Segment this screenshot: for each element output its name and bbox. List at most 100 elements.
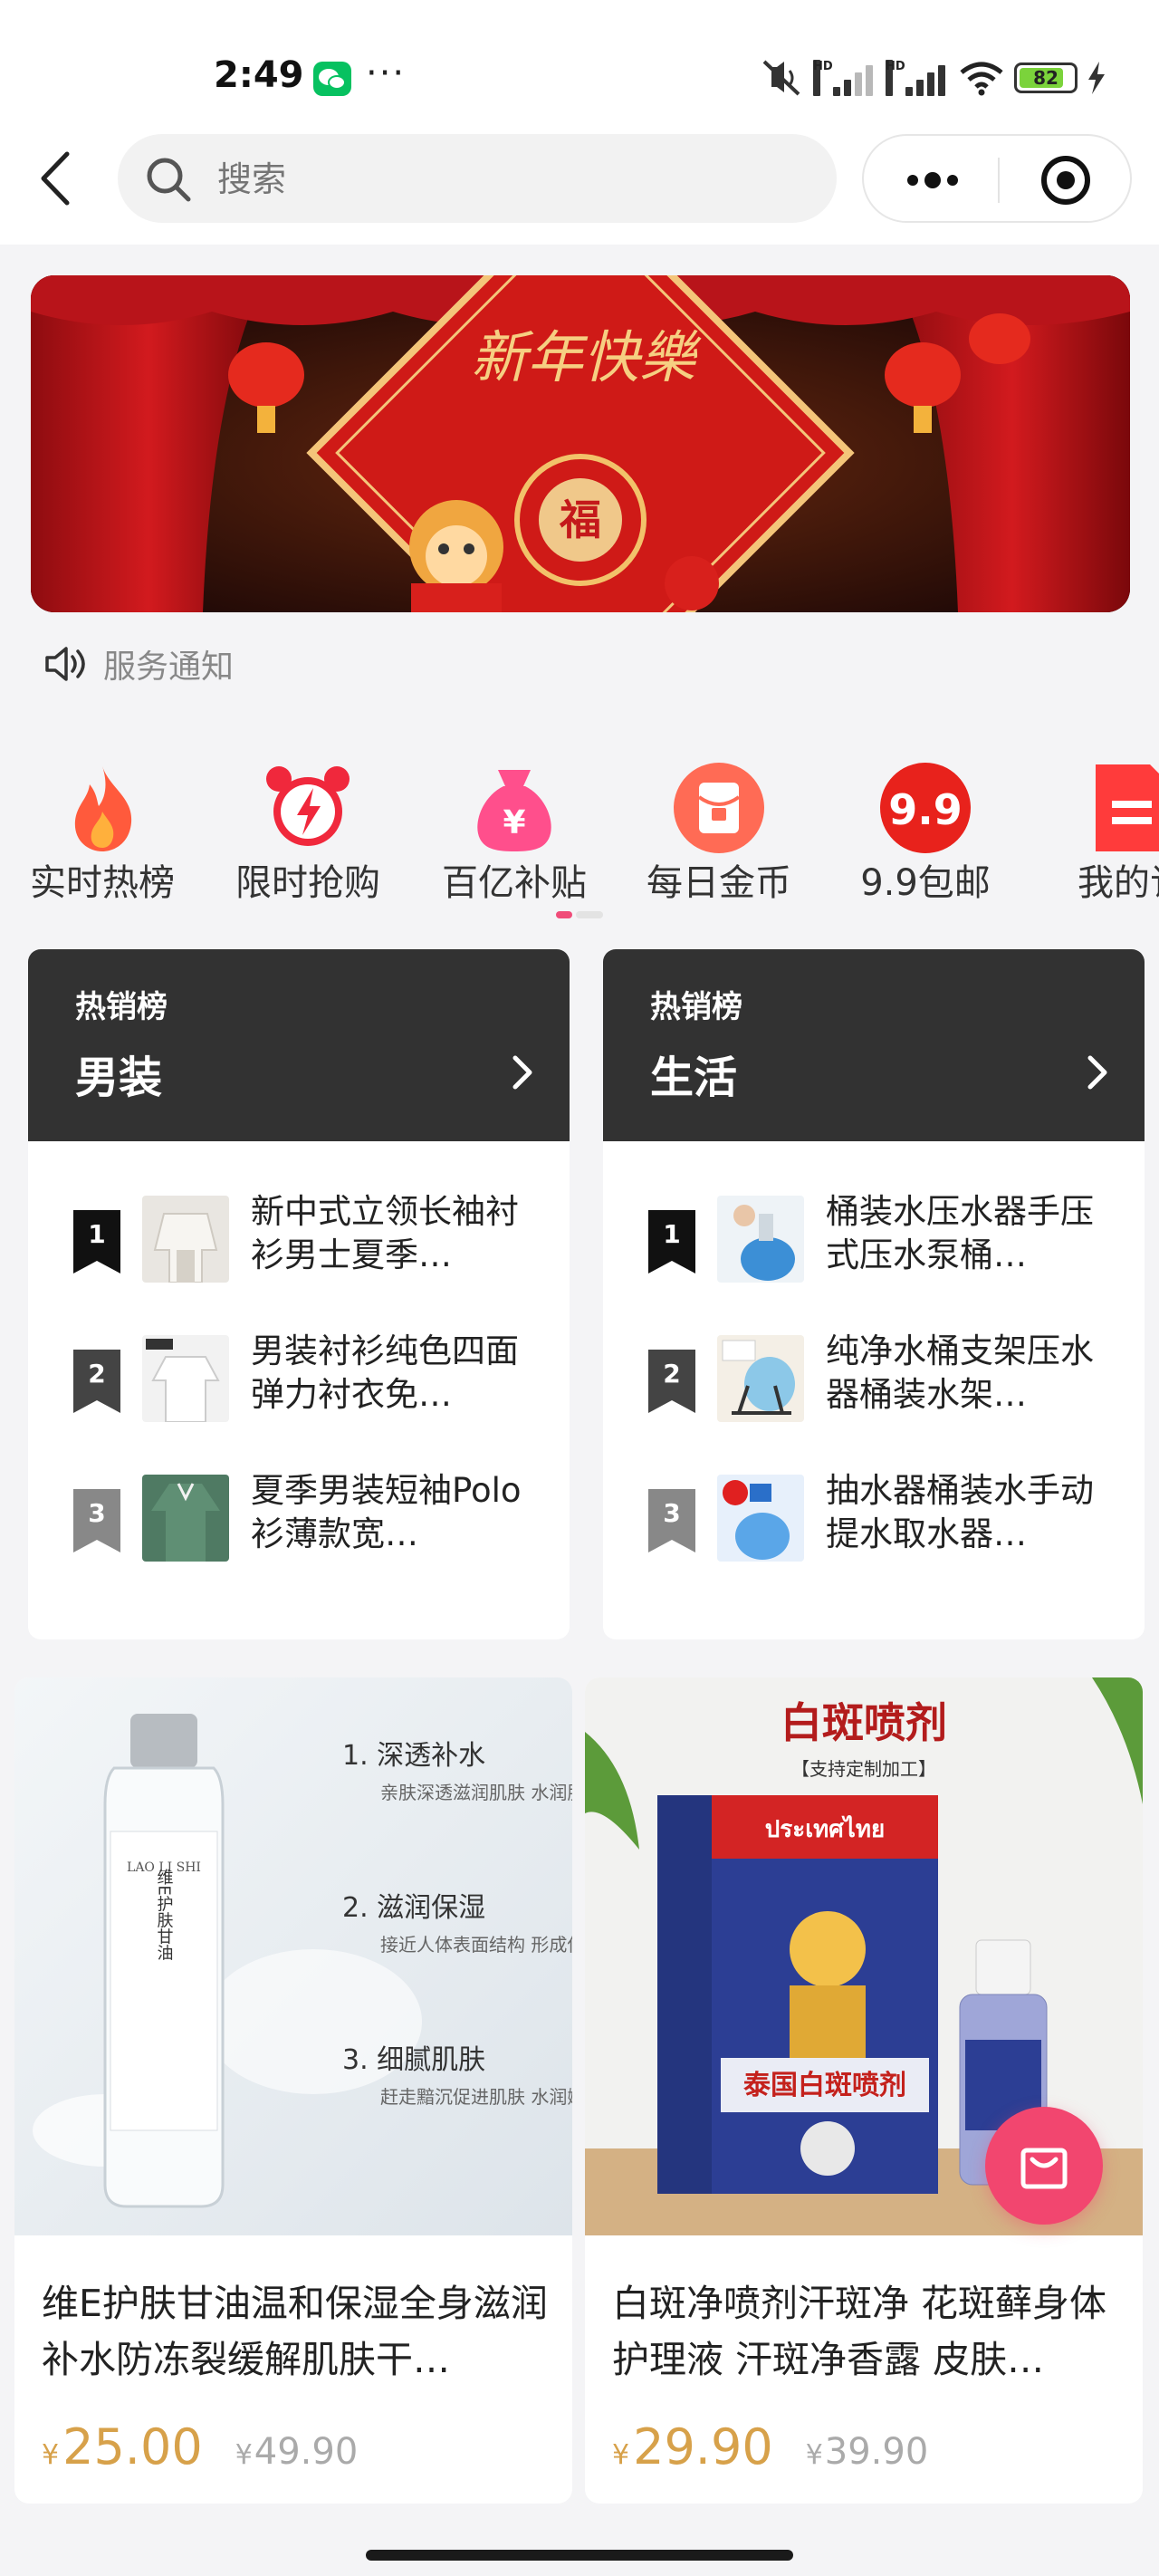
product-price: ¥ 25.00 ¥ 49.90 <box>42 2418 358 2482</box>
point-number: 1. <box>342 1740 369 1772</box>
rank-item-title: 桶装水压水器手压式压水泵桶… <box>826 1192 1094 1274</box>
product-thumbnail <box>717 1475 804 1562</box>
banner-image: 福 新年快樂 <box>31 275 1130 612</box>
shortcut-label: 9.9包邮 <box>860 862 991 904</box>
product-thumbnail <box>717 1196 804 1283</box>
rank-item-title: 夏季男装短袖Polo衫薄款宽… <box>251 1471 522 1553</box>
rank-item[interactable]: 2 纯净水桶支架压水器桶装水架… <box>603 1330 1145 1429</box>
rank-card-life[interactable]: 热销榜 生活 1 桶装水压水器手压式压水泵桶… 2 纯净水桶支架压水器桶装水架…… <box>603 949 1145 1639</box>
rank-number: 3 <box>663 1498 681 1528</box>
rank-item-title: 纯净水桶支架压水器桶装水架… <box>826 1331 1094 1414</box>
back-button[interactable] <box>33 147 83 210</box>
rank-item-title: 抽水器桶装水手动提水取水器… <box>826 1471 1094 1553</box>
service-notice[interactable]: 服务通知 <box>42 641 234 687</box>
more-menu-button[interactable] <box>898 158 967 203</box>
svg-text:新年快樂: 新年快樂 <box>471 324 702 390</box>
battery-level: 82 <box>1033 67 1058 89</box>
rank-card-mens[interactable]: 热销榜 男装 1 新中式立领长袖衬衫男士夏季… 2 男装衬衫纯色四面弹力衬衣免…… <box>28 949 570 1639</box>
shortcut-subsidy[interactable]: ¥ 百亿补贴 <box>415 752 614 906</box>
product-card[interactable]: LAO LI SHI 维E护肤甘油 1. 深透补水 亲肤深透滋润肌肤 水润肌底 … <box>14 1677 572 2504</box>
rank-item[interactable]: 1 桶装水压水器手压式压水泵桶… <box>603 1190 1145 1290</box>
rank-number: 3 <box>88 1498 106 1528</box>
svg-text:福: 福 <box>559 495 601 544</box>
new-year-banner[interactable]: 福 新年快樂 <box>31 275 1130 612</box>
rank-number: 2 <box>88 1359 106 1389</box>
9.9-badge-icon: 9.9 <box>880 763 971 853</box>
shortcut-row: 实时热榜 限时抢购 ¥ 百亿补贴 每日金币 9.9 9.9包邮 我的 <box>0 752 1159 906</box>
chevron-right-icon <box>512 1055 532 1090</box>
close-mini-program-button[interactable] <box>1039 154 1092 207</box>
shortcut-daily-coins[interactable]: 每日金币 <box>619 752 819 906</box>
svg-text:3. 细腻肌肤: 3. 细腻肌肤 <box>342 2044 485 2076</box>
rank-card-header[interactable]: 热销榜 生活 <box>603 949 1145 1141</box>
product-thumbnail <box>142 1335 229 1422</box>
rank-number: 2 <box>663 1359 681 1389</box>
rank-item-title: 新中式立领长袖衬衫男士夏季… <box>251 1192 519 1274</box>
rank-card-header[interactable]: 热销榜 男装 <box>28 949 570 1141</box>
box-title: 泰国白斑喷剂 <box>743 2070 906 2101</box>
product-image: LAO LI SHI 维E护肤甘油 1. 深透补水 亲肤深透滋润肌肤 水润肌底 … <box>14 1677 572 2235</box>
rank-item[interactable]: 1 新中式立领长袖衬衫男士夏季… <box>28 1190 570 1290</box>
shortcut-label: 我的订 <box>1078 862 1159 904</box>
svg-text:¥: ¥ <box>503 804 525 841</box>
rank-number: 1 <box>663 1219 681 1249</box>
shopping-bag-icon <box>1020 2148 1068 2189</box>
rank-badge: 3 <box>648 1489 695 1552</box>
mini-program-capsule <box>862 134 1132 223</box>
rank-item[interactable]: 3 抽水器桶装水手动提水取水器… <box>603 1469 1145 1569</box>
rank-badge: 2 <box>648 1350 695 1413</box>
image-subline: 【支持定制加工】 <box>791 1758 936 1780</box>
point-subtitle: 赶走黯沉促进肌肤 水润嫩滑 <box>380 2086 572 2108</box>
order-doc-icon <box>1096 764 1159 851</box>
rank-item[interactable]: 3 夏季男装短袖Polo衫薄款宽… <box>28 1469 570 1569</box>
wechat-icon <box>313 62 351 96</box>
chevron-right-icon <box>1087 1055 1107 1090</box>
product-thumbnail <box>142 1196 229 1283</box>
rank-badge: 1 <box>73 1210 120 1274</box>
red-envelope-icon <box>674 763 764 853</box>
original-price: 39.90 <box>824 2431 929 2473</box>
point-title: 滋润保湿 <box>377 1892 485 1924</box>
shortcut-pager <box>556 911 603 918</box>
alarm-clock-icon <box>266 766 350 846</box>
product-title: 白斑净喷剂汗斑净 花斑藓身体护理液 汗斑净香露 皮肤… <box>612 2282 1107 2381</box>
money-bag-icon: ¥ <box>477 770 551 851</box>
product-title: 维E护肤甘油温和保湿全身滋润补水防冻裂缓解肌肤干… <box>42 2282 548 2381</box>
currency-symbol: ¥ <box>42 2439 60 2471</box>
shortcut-label: 百亿补贴 <box>442 862 587 904</box>
notice-text: 服务通知 <box>103 649 235 686</box>
shortcut-9-9-free-shipping[interactable]: 9.9 9.9包邮 <box>826 752 1025 906</box>
point-title: 细腻肌肤 <box>377 2044 485 2076</box>
shortcut-hot-list[interactable]: 实时热榜 <box>3 752 202 906</box>
search-bar[interactable] <box>118 134 837 225</box>
point-title: 深透补水 <box>377 1740 485 1772</box>
shortcut-my-orders[interactable]: 我的订 <box>1032 752 1159 906</box>
flame-icon <box>74 766 132 851</box>
rank-badge: 3 <box>73 1489 120 1552</box>
svg-text:2. 滋润保湿: 2. 滋润保湿 <box>342 1892 485 1924</box>
original-currency-symbol: ¥ <box>805 2439 823 2471</box>
rank-badge: 2 <box>73 1350 120 1413</box>
shortcut-flash-sale[interactable]: 限时抢购 <box>208 752 407 906</box>
search-icon <box>147 158 191 202</box>
rank-item[interactable]: 2 男装衬衫纯色四面弹力衬衣免… <box>28 1330 570 1429</box>
original-currency-symbol: ¥ <box>235 2439 253 2471</box>
shortcut-label: 每日金币 <box>647 862 791 904</box>
current-price: 29.90 <box>633 2418 773 2475</box>
shortcut-label: 限时抢购 <box>235 862 380 904</box>
pager-active <box>556 911 572 918</box>
wifi-icon <box>960 62 1003 96</box>
currency-symbol: ¥ <box>612 2439 630 2471</box>
rank-tag: 热销榜 <box>650 989 742 1025</box>
home-indicator <box>366 2550 793 2561</box>
product-card[interactable]: 白斑喷剂 【支持定制加工】 ประเทศไทย 泰国白斑喷剂 白斑净喷剂汗斑净 … <box>585 1677 1143 2504</box>
speaker-icon <box>45 647 85 681</box>
search-input[interactable] <box>216 134 799 225</box>
product-thumbnail <box>142 1475 229 1562</box>
bottle-label: 维E护肤甘油 <box>155 1869 174 1961</box>
product-thumbnail <box>717 1335 804 1422</box>
rank-title: 男装 <box>75 1053 163 1103</box>
original-price: 49.90 <box>254 2431 359 2473</box>
cart-button[interactable] <box>985 2107 1103 2225</box>
pager-rest <box>576 911 603 918</box>
